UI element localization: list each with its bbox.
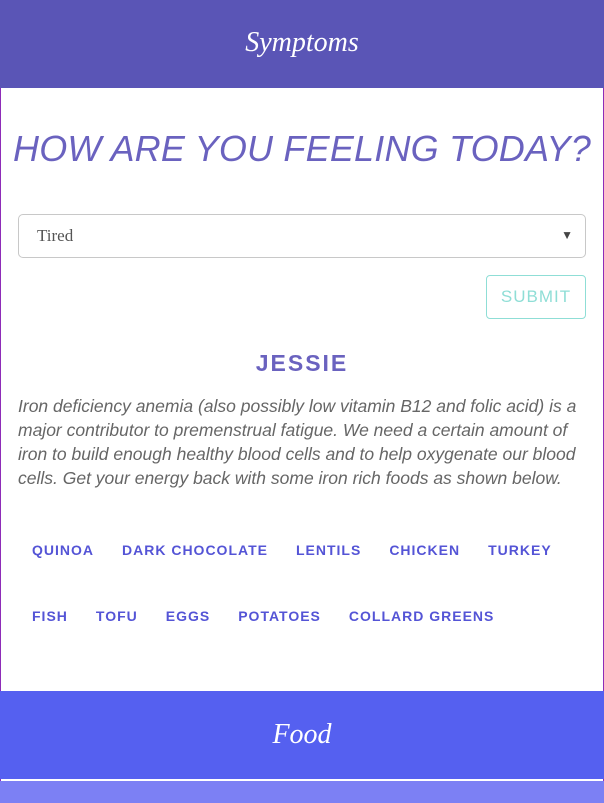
result-name: JESSIE — [255, 350, 349, 376]
next-section-strip — [0, 781, 604, 803]
food-tag-collard-greens[interactable]: COLLARD GREENS — [335, 608, 508, 624]
symptom-select-value: Tired — [37, 226, 74, 245]
food-tag-eggs[interactable]: EGGS — [152, 608, 224, 624]
food-tags-row: QUINOA DARK CHOCOLATE LENTILS CHICKEN TU… — [18, 530, 586, 596]
food-tag-turkey[interactable]: TURKEY — [474, 542, 566, 558]
food-tags: QUINOA DARK CHOCOLATE LENTILS CHICKEN TU… — [18, 530, 586, 662]
food-tag-tofu[interactable]: TOFU — [82, 608, 152, 624]
symptom-select[interactable]: Tired ▼ — [18, 214, 586, 258]
symptoms-header: Symptoms — [0, 0, 604, 88]
food-section-header: Food — [0, 691, 604, 779]
food-tag-lentils[interactable]: LENTILS — [282, 542, 375, 558]
feeling-question: HOW ARE YOU FEELING TODAY? — [13, 128, 591, 169]
page-title: Symptoms — [245, 27, 359, 58]
food-tag-dark-chocolate[interactable]: DARK CHOCOLATE — [108, 542, 282, 558]
chevron-down-icon: ▼ — [561, 228, 573, 242]
food-section-title: Food — [272, 719, 332, 750]
food-tag-fish[interactable]: FISH — [18, 608, 82, 624]
advice-text: Iron deficiency anemia (also possibly lo… — [18, 396, 577, 488]
food-tag-quinoa[interactable]: QUINOA — [18, 542, 108, 558]
food-tag-potatoes[interactable]: POTATOES — [224, 608, 335, 624]
submit-button[interactable]: SUBMIT — [486, 275, 586, 319]
food-tag-chicken[interactable]: CHICKEN — [375, 542, 474, 558]
food-tags-row: FISH TOFU EGGS POTATOES COLLARD GREENS — [18, 596, 586, 662]
